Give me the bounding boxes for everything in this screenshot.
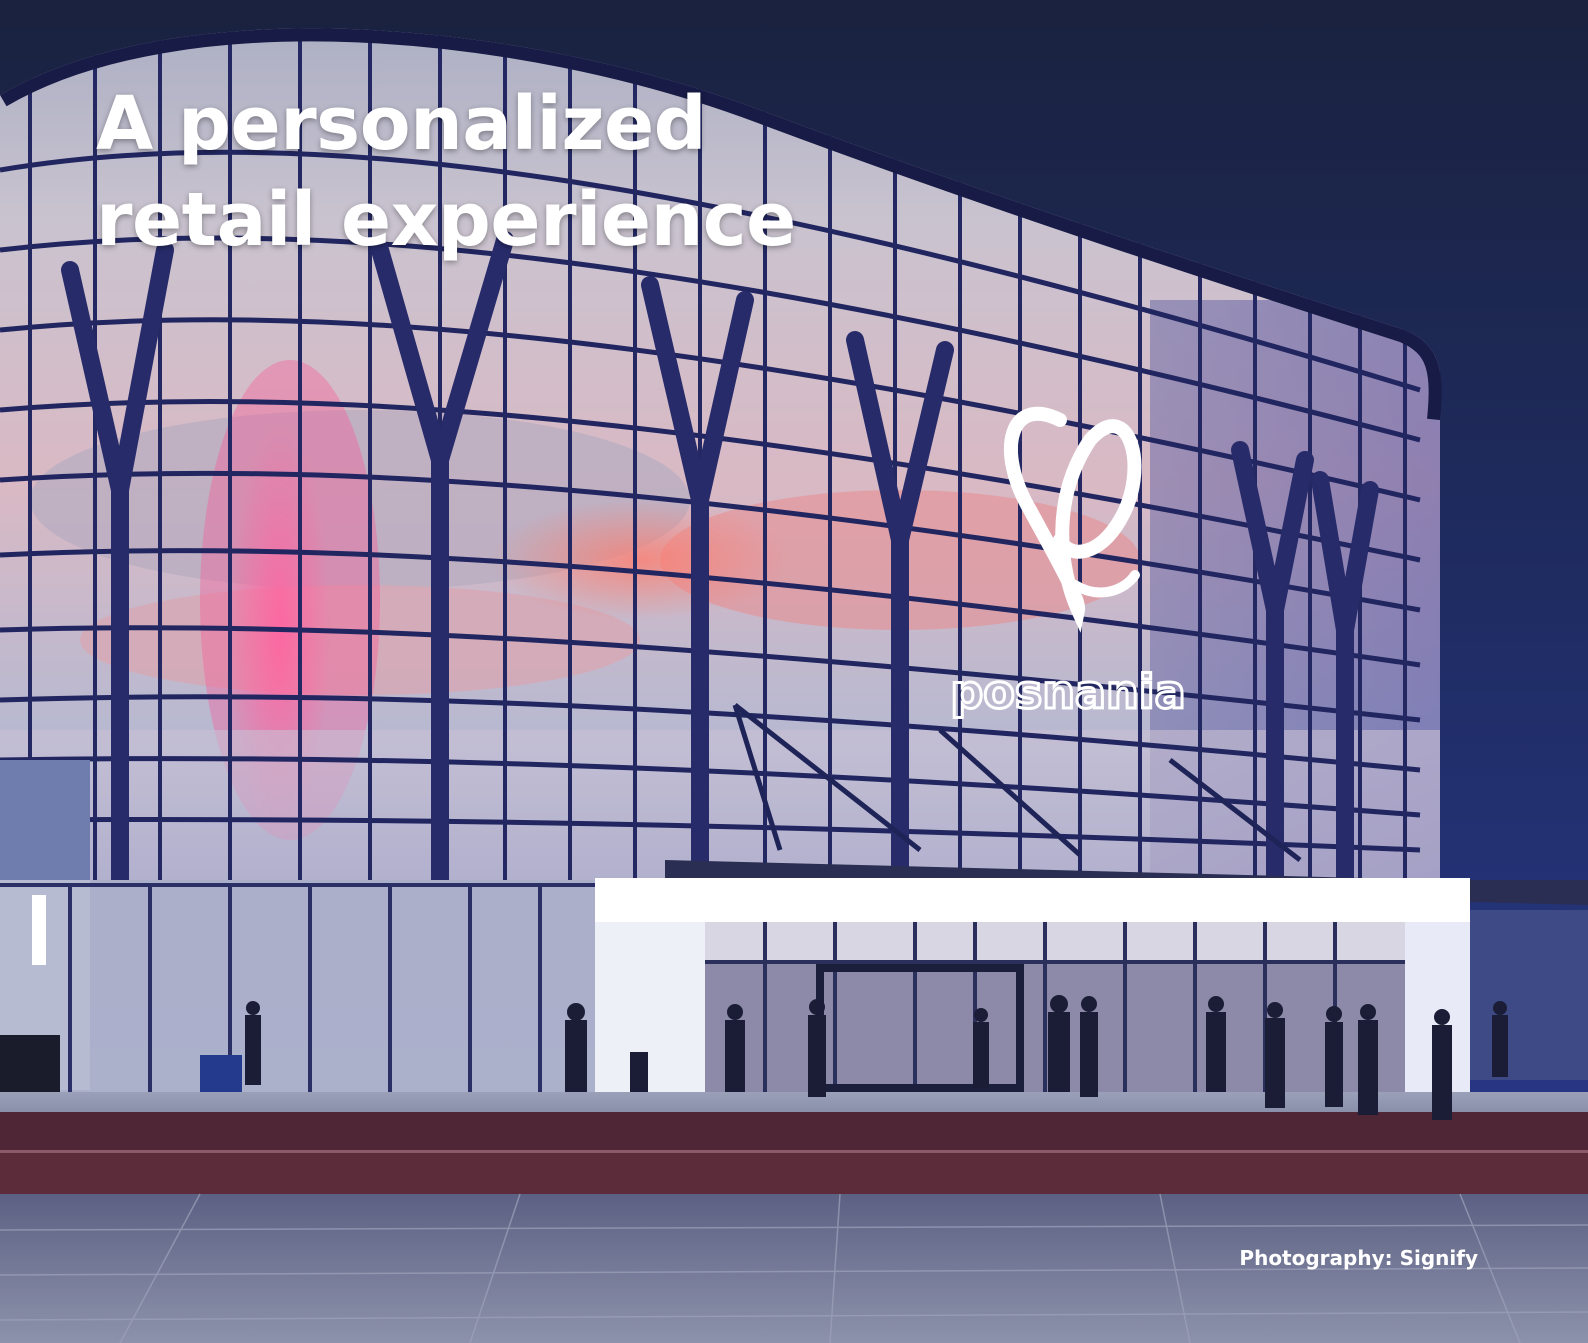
sign-text: posnania xyxy=(950,665,1185,719)
photo-credit: Photography: Signify xyxy=(1239,1246,1478,1270)
hero-image: posnania A personalized retail experienc… xyxy=(0,0,1588,1343)
headline: A personalized retail experience xyxy=(96,76,796,268)
headline-line-1: A personalized xyxy=(96,81,707,167)
headline-line-2: retail experience xyxy=(96,177,796,263)
